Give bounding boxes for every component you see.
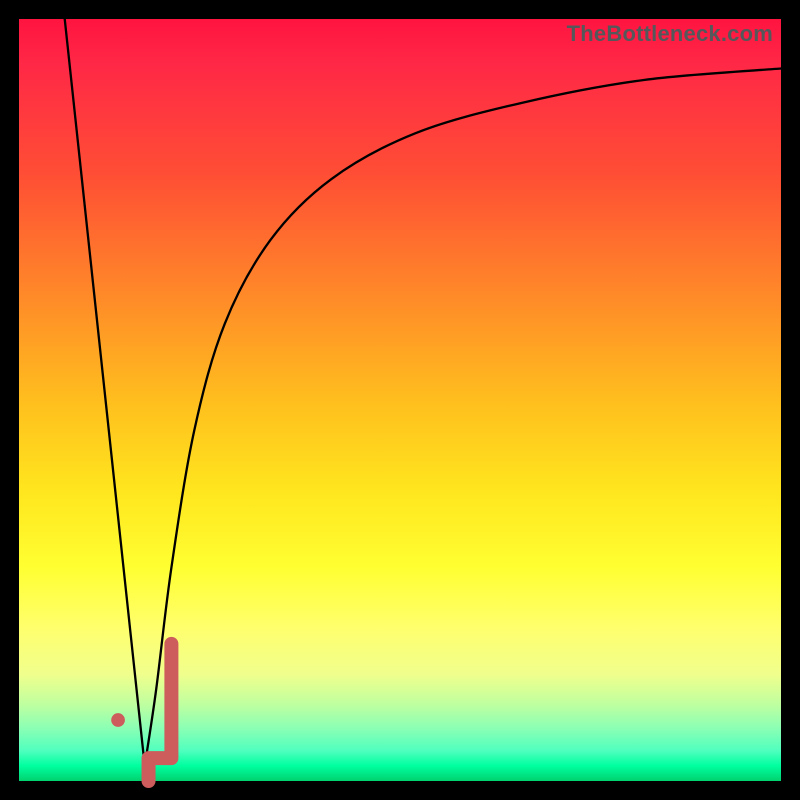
- curve-left: [65, 19, 145, 766]
- marker-dot: [111, 713, 125, 727]
- chart-svg: [19, 19, 781, 781]
- curve-right: [145, 69, 781, 766]
- chart-frame: TheBottleneck.com: [0, 0, 800, 800]
- plot-area: TheBottleneck.com: [19, 19, 781, 781]
